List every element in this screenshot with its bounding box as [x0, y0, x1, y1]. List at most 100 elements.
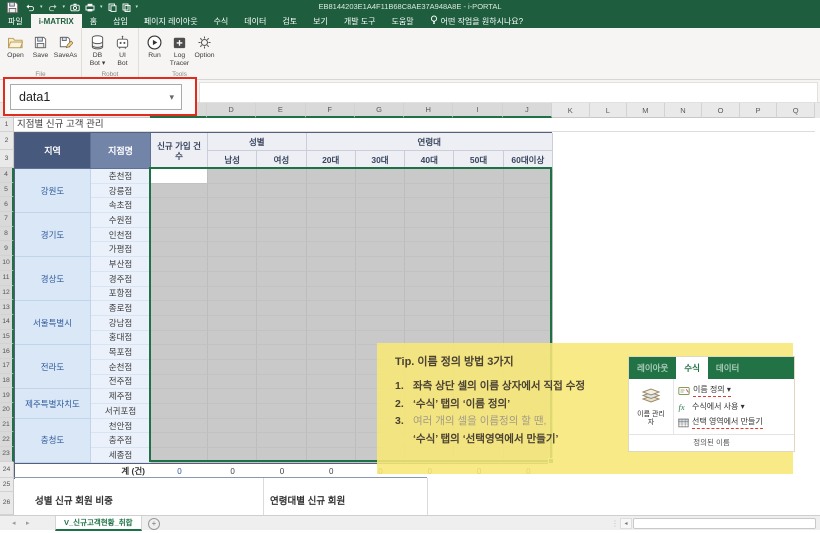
data-cell[interactable]	[307, 213, 356, 228]
data-cell[interactable]	[405, 169, 454, 184]
col-header-M[interactable]: M	[627, 103, 665, 118]
branch-cell[interactable]: 포항점	[91, 287, 151, 302]
branch-cell[interactable]: 경주점	[91, 272, 151, 287]
col-header-N[interactable]: N	[665, 103, 703, 118]
row-header-18[interactable]: 18	[0, 374, 14, 389]
header-gender[interactable]: 성별	[208, 133, 307, 151]
data-cell[interactable]	[151, 345, 208, 360]
formula-bar-input[interactable]	[199, 82, 818, 103]
data-cell[interactable]	[208, 375, 257, 390]
data-cell[interactable]	[151, 389, 208, 404]
log-button[interactable]: LogTracer	[167, 30, 192, 67]
sheet-nav-right-icon[interactable]: ▸	[26, 516, 30, 531]
data-cell[interactable]	[454, 213, 503, 228]
row-header-7[interactable]: 7	[0, 212, 14, 227]
data-cell[interactable]	[257, 331, 306, 346]
sheet-title-cell[interactable]: 지점별 신규 고객 관리	[17, 118, 104, 132]
header-age-group[interactable]: 연령대	[307, 133, 553, 151]
header-gender-0[interactable]: 남성	[208, 151, 257, 169]
data-cell[interactable]	[307, 404, 356, 419]
col-header-G[interactable]: G	[355, 103, 404, 118]
data-cell[interactable]	[257, 404, 306, 419]
data-cell[interactable]	[257, 272, 306, 287]
data-cell[interactable]	[307, 389, 356, 404]
col-header-E[interactable]: E	[256, 103, 305, 118]
tell-me-search[interactable]: 어떤 작업을 원하시나요?	[422, 14, 532, 28]
data-cell[interactable]	[151, 316, 208, 331]
data-cell[interactable]	[151, 433, 208, 448]
ribbon-tab-tab-4[interactable]: 페이지 레이아웃	[136, 14, 206, 28]
data-cell[interactable]	[307, 287, 356, 302]
data-cell[interactable]	[504, 198, 553, 213]
region-cell[interactable]: 서울특별시	[15, 301, 91, 345]
region-cell[interactable]: 충청도	[15, 419, 91, 463]
data-cell[interactable]	[307, 198, 356, 213]
col-header-F[interactable]: F	[306, 103, 355, 118]
data-cell[interactable]	[307, 184, 356, 199]
row-header-21[interactable]: 21	[0, 418, 14, 433]
data-cell[interactable]	[151, 301, 208, 316]
row-header-26[interactable]: 26	[0, 492, 14, 515]
header-new-count[interactable]: 신규 가입 건수	[151, 133, 208, 169]
col-header-J[interactable]: J	[503, 103, 552, 118]
data-cell[interactable]	[151, 242, 208, 257]
data-cell[interactable]	[151, 375, 208, 390]
data-cell[interactable]	[208, 389, 257, 404]
header-age-4[interactable]: 60대이상	[504, 151, 553, 169]
row-header-11[interactable]: 11	[0, 271, 14, 286]
data-cell[interactable]	[208, 331, 257, 346]
ribbon-tab-i-matrix[interactable]: i-MATRIX	[31, 14, 82, 28]
data-cell[interactable]	[405, 272, 454, 287]
data-cell[interactable]	[405, 301, 454, 316]
data-cell[interactable]	[307, 316, 356, 331]
data-cell[interactable]	[257, 169, 306, 184]
header-age-2[interactable]: 40대	[405, 151, 454, 169]
row-header-19[interactable]: 19	[0, 388, 14, 403]
data-cell[interactable]	[151, 331, 208, 346]
row-header-22[interactable]: 22	[0, 432, 14, 447]
data-cell[interactable]	[151, 257, 208, 272]
data-cell[interactable]	[356, 169, 405, 184]
data-cell[interactable]	[504, 242, 553, 257]
header-age-3[interactable]: 50대	[454, 151, 503, 169]
col-header-P[interactable]: P	[740, 103, 778, 118]
data-cell[interactable]	[208, 169, 257, 184]
data-cell[interactable]	[151, 360, 208, 375]
region-cell[interactable]: 제주특별자치도	[15, 389, 91, 418]
data-cell[interactable]	[356, 287, 405, 302]
data-cell[interactable]	[504, 287, 553, 302]
data-cell[interactable]	[454, 169, 503, 184]
branch-cell[interactable]: 속초점	[91, 198, 151, 213]
data-cell[interactable]	[405, 257, 454, 272]
data-cell[interactable]	[504, 272, 553, 287]
data-cell[interactable]	[307, 419, 356, 434]
data-cell[interactable]	[257, 301, 306, 316]
header-age-0[interactable]: 20대	[307, 151, 356, 169]
name-box[interactable]: data1 ▾	[10, 84, 182, 110]
branch-cell[interactable]: 세종점	[91, 448, 151, 463]
data-cell[interactable]	[454, 316, 503, 331]
data-cell[interactable]	[208, 198, 257, 213]
data-cell[interactable]	[151, 287, 208, 302]
data-cell[interactable]	[504, 213, 553, 228]
option-button[interactable]: Option	[192, 30, 217, 67]
col-header-O[interactable]: O	[702, 103, 740, 118]
row-header-13[interactable]: 13	[0, 300, 14, 315]
data-cell[interactable]	[257, 419, 306, 434]
branch-cell[interactable]: 가평점	[91, 242, 151, 257]
branch-cell[interactable]: 수원점	[91, 213, 151, 228]
header-age-1[interactable]: 30대	[356, 151, 405, 169]
row-header-4[interactable]: 4	[0, 168, 14, 183]
data-cell[interactable]	[257, 448, 306, 463]
data-cell[interactable]	[257, 345, 306, 360]
data-cell[interactable]	[208, 228, 257, 243]
data-cell[interactable]	[208, 257, 257, 272]
branch-cell[interactable]: 제주점	[91, 389, 151, 404]
open-button[interactable]: Open	[3, 30, 28, 60]
data-cell[interactable]	[208, 213, 257, 228]
data-cell[interactable]	[307, 301, 356, 316]
data-cell[interactable]	[208, 184, 257, 199]
data-cell[interactable]	[307, 375, 356, 390]
row-header-8[interactable]: 8	[0, 227, 14, 242]
data-cell[interactable]	[405, 242, 454, 257]
